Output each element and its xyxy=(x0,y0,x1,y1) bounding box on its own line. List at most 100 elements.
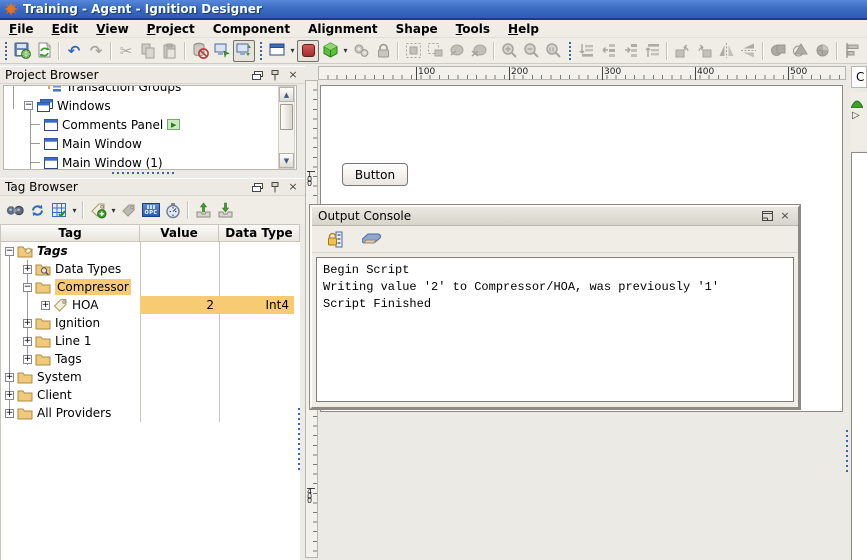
tree-expander[interactable]: + xyxy=(5,408,14,418)
select-all-icon[interactable] xyxy=(402,40,424,62)
menu-project[interactable]: Project xyxy=(138,21,204,37)
tree-expander[interactable]: + xyxy=(23,318,32,328)
scan-classes-icon[interactable] xyxy=(162,199,184,221)
save-icon[interactable] xyxy=(11,40,33,62)
tree-row-main-window[interactable]: Main Window xyxy=(4,134,296,153)
paste-icon[interactable] xyxy=(159,40,181,62)
close-panel-icon[interactable]: × xyxy=(286,69,300,81)
tag-row-system[interactable]: + System xyxy=(1,368,300,386)
comm-mode-icon[interactable] xyxy=(297,39,319,62)
menu-file[interactable]: File xyxy=(0,21,43,37)
palette-green-icon[interactable] xyxy=(851,100,863,108)
tree-row-transaction-groups[interactable]: Transaction Groups xyxy=(4,86,296,96)
chevron-down-icon[interactable]: ▾ xyxy=(70,206,79,215)
flip-horizontal-icon[interactable] xyxy=(715,40,737,62)
pin-panel-icon[interactable] xyxy=(268,69,282,81)
tag-browser-tree[interactable]: − Tags + Data Types − Compressor + HOA 2… xyxy=(0,242,300,560)
merge-project-icon[interactable] xyxy=(33,40,55,62)
scroll-up-icon[interactable]: ▲ xyxy=(279,87,294,102)
tag-label[interactable]: Tags xyxy=(55,352,82,366)
tag-label[interactable]: Line 1 xyxy=(55,334,91,348)
column-data-type[interactable]: Data Type xyxy=(219,225,299,241)
redo-icon[interactable]: ↷ xyxy=(85,40,107,62)
send-to-back-icon[interactable] xyxy=(597,40,619,62)
tag-row-data-types[interactable]: + Data Types xyxy=(1,260,300,278)
tree-expander[interactable]: + xyxy=(41,300,50,310)
tree-expander[interactable]: + xyxy=(23,264,32,274)
bring-to-front-icon[interactable] xyxy=(641,40,663,62)
output-console-titlebar[interactable]: Output Console × xyxy=(312,207,798,226)
close-panel-icon[interactable]: × xyxy=(286,181,300,193)
toolbar-drag-handle[interactable] xyxy=(258,41,263,60)
tag-row-tags-folder[interactable]: + Tags xyxy=(1,350,300,368)
tag-label[interactable]: Client xyxy=(37,388,72,402)
tree-row-main-window-1[interactable]: Main Window (1) xyxy=(4,153,296,170)
chevron-down-icon[interactable]: ▾ xyxy=(288,46,297,55)
tree-label[interactable]: Transaction Groups xyxy=(66,86,181,94)
gears-icon[interactable] xyxy=(350,40,372,62)
tree-expander[interactable]: + xyxy=(23,354,32,364)
component-cube-icon[interactable] xyxy=(319,40,341,62)
tag-label[interactable]: All Providers xyxy=(37,406,111,420)
tag-label[interactable]: HOA xyxy=(72,298,98,312)
output-console-window[interactable]: Output Console × Begin Script Writing va… xyxy=(309,204,801,410)
lock-icon[interactable] xyxy=(372,40,394,62)
project-browser-scrollbar[interactable]: ▲ ▼ xyxy=(278,86,295,169)
opc-browser-icon[interactable]: OPC xyxy=(140,199,162,221)
tree-label[interactable]: Windows xyxy=(57,99,111,113)
close-window-icon[interactable]: × xyxy=(778,210,792,222)
zoom-actual-icon[interactable] xyxy=(542,40,564,62)
scroll-down-icon[interactable]: ▼ xyxy=(279,153,294,168)
undo-icon[interactable]: ↶ xyxy=(63,40,85,62)
tag-row-hoa[interactable]: + HOA 2 Int4 xyxy=(1,296,300,314)
shape-subtract-icon[interactable] xyxy=(811,40,833,62)
menu-tools[interactable]: Tools xyxy=(447,21,499,37)
pin-panel-icon[interactable] xyxy=(268,181,282,193)
menu-component[interactable]: Component xyxy=(204,21,299,37)
console-output-text[interactable]: Begin Script Writing value '2' to Compre… xyxy=(316,257,794,402)
tree-expander[interactable]: + xyxy=(5,372,14,382)
tag-row-compressor[interactable]: − Compressor xyxy=(1,278,300,296)
tag-table-config-icon[interactable] xyxy=(48,199,70,221)
search-tags-icon[interactable] xyxy=(4,199,26,221)
button-component[interactable]: Button xyxy=(342,163,408,186)
menu-view[interactable]: View xyxy=(87,21,137,37)
tag-row-line-1[interactable]: + Line 1 xyxy=(1,332,300,350)
menu-help[interactable]: Help xyxy=(499,21,548,37)
download-project-icon[interactable] xyxy=(211,40,233,62)
column-tag[interactable]: Tag xyxy=(1,225,140,241)
right-splitter-handle[interactable] xyxy=(845,430,849,474)
float-panel-icon[interactable] xyxy=(250,181,264,193)
rotate-right-icon[interactable] xyxy=(693,40,715,62)
tree-row-comments-panel[interactable]: Comments Panel ▶ xyxy=(4,115,296,134)
send-backward-icon[interactable] xyxy=(575,40,597,62)
tag-label[interactable]: Ignition xyxy=(55,316,100,330)
import-tags-icon[interactable] xyxy=(192,199,214,221)
scrollbar-thumb[interactable] xyxy=(280,104,293,130)
tag-label-selected[interactable]: Compressor xyxy=(55,279,131,295)
tag-label[interactable]: System xyxy=(37,370,82,384)
shape-union-icon[interactable] xyxy=(767,40,789,62)
tag-label[interactable]: Tags xyxy=(37,244,68,258)
add-tag-icon[interactable] xyxy=(87,199,109,221)
zoom-in-icon[interactable] xyxy=(498,40,520,62)
dock-splitter-handle[interactable] xyxy=(297,408,301,470)
tree-expander[interactable]: + xyxy=(23,336,32,346)
float-panel-icon[interactable] xyxy=(250,69,264,81)
tree-label[interactable]: Main Window xyxy=(62,137,142,151)
tree-expander[interactable]: + xyxy=(5,390,14,400)
tree-label[interactable]: Main Window (1) xyxy=(62,156,163,170)
column-value[interactable]: Value xyxy=(140,225,219,241)
bring-forward-icon[interactable] xyxy=(619,40,641,62)
zoom-out-icon[interactable] xyxy=(520,40,542,62)
cut-icon[interactable]: ✂ xyxy=(115,40,137,62)
chevron-down-icon[interactable]: ▾ xyxy=(341,46,350,55)
menu-alignment[interactable]: Alignment xyxy=(299,21,387,37)
project-browser-tree[interactable]: Transaction Groups − Windows Comments Pa… xyxy=(3,85,297,170)
autoscroll-lock-icon[interactable] xyxy=(324,228,346,250)
tree-label[interactable]: Comments Panel xyxy=(62,118,163,132)
chevron-down-icon[interactable]: ▾ xyxy=(109,206,118,215)
select-area-icon[interactable] xyxy=(424,40,446,62)
align-left-icon[interactable] xyxy=(841,40,863,62)
rotate-left-icon[interactable] xyxy=(671,40,693,62)
